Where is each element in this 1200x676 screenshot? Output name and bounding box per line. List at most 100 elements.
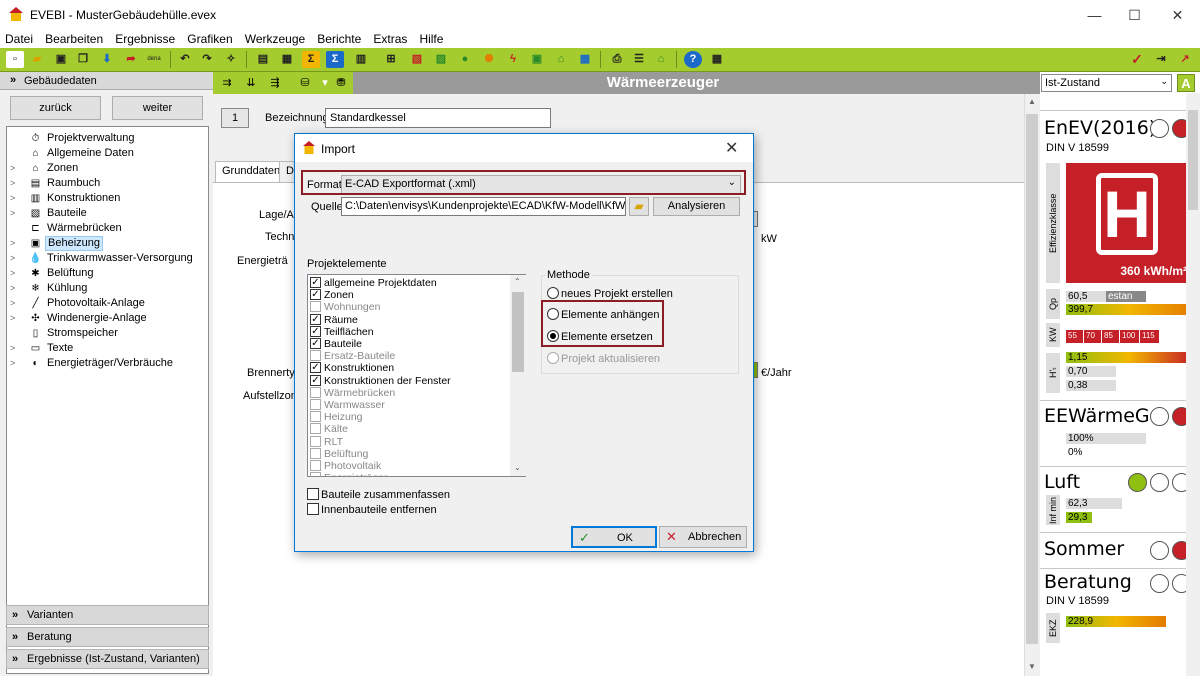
expand-arrow-icon[interactable]: > — [10, 161, 18, 176]
tree-item[interactable]: > ✱ Belüftung — [7, 266, 207, 281]
a-button[interactable]: A — [1177, 74, 1195, 92]
export-icon[interactable]: ➦ — [122, 51, 140, 68]
sum-icon[interactable]: Σ — [302, 51, 320, 68]
grid-icon[interactable]: ▥ — [352, 51, 370, 68]
report-a-icon[interactable]: ▧ — [408, 51, 426, 68]
record-number[interactable]: 1 — [221, 108, 249, 128]
tree-item[interactable]: > ▥ Konstruktionen — [7, 191, 207, 206]
minimize-button[interactable]: — — [1072, 0, 1117, 30]
back-button[interactable]: zurück — [10, 96, 101, 120]
bezeichnung-input[interactable]: Standardkessel — [325, 108, 551, 128]
tab-grunddaten[interactable]: Grunddaten — [215, 161, 288, 183]
tree-item[interactable]: ▯ Stromspeicher — [7, 326, 207, 341]
expand-arrow-icon[interactable]: > — [10, 191, 18, 206]
section-varianten[interactable]: » Varianten — [6, 605, 209, 625]
database-add-icon[interactable]: ⛃ — [333, 75, 349, 91]
right-scrollbar-thumb[interactable] — [1188, 110, 1198, 210]
section-ergebnisse[interactable]: » Ergebnisse (Ist-Zustand, Varianten) — [6, 649, 209, 669]
certificate-icon[interactable]: ▣ — [528, 51, 546, 68]
main-scrollbar-thumb[interactable] — [1026, 114, 1038, 644]
scroll-down-icon[interactable]: ⌄ — [514, 463, 521, 472]
expand-arrow-icon[interactable]: > — [10, 251, 18, 266]
expand-arrow-icon[interactable]: > — [10, 206, 18, 221]
check-icon[interactable]: ✓ — [1128, 51, 1146, 68]
maximize-button[interactable]: ☐ — [1112, 0, 1157, 30]
expand-arrow-icon[interactable]: > — [10, 266, 18, 281]
menu-ergebnisse[interactable]: Ergebnisse — [111, 30, 179, 48]
expand-arrow-icon[interactable]: > — [10, 296, 18, 311]
help-icon[interactable]: ? — [684, 51, 702, 68]
sum-blue-icon[interactable]: Σ — [326, 51, 344, 68]
tree-icon[interactable]: ⊞ — [382, 51, 400, 68]
scroll-up-icon[interactable]: ▲ — [1028, 97, 1036, 106]
chart-trend-icon[interactable]: ↗ — [1176, 51, 1194, 68]
cancel-button[interactable]: ✕ Abbrechen — [659, 526, 747, 548]
state-select[interactable]: Ist-Zustand ⌄ — [1041, 74, 1172, 92]
expand-arrow-icon[interactable]: > — [10, 176, 18, 191]
panel-header[interactable]: » Gebäudedaten — [0, 72, 213, 90]
tree-item[interactable]: > ▭ Texte — [7, 341, 207, 356]
tree-item[interactable]: ⌂ Allgemeine Daten — [7, 146, 207, 161]
close-button[interactable]: ✕ — [1155, 0, 1200, 30]
tree-item[interactable]: > ⌂ Zonen — [7, 161, 207, 176]
menu-bearbeiten[interactable]: Bearbeiten — [41, 30, 107, 48]
database-icon[interactable]: ⛁ — [297, 75, 313, 91]
arrange-alt-icon[interactable]: ⇶ — [267, 75, 283, 91]
house-euro-icon[interactable]: ⌂ — [552, 51, 570, 68]
folder-icon[interactable]: ▰ — [629, 197, 649, 216]
menu-datei[interactable]: Datei — [1, 30, 37, 48]
grid-view-icon[interactable]: ▦ — [708, 51, 726, 68]
scroll-up-icon[interactable]: ⌃ — [514, 277, 521, 286]
tree-item[interactable]: > ◐ Energieträger/Verbräuche — [7, 356, 207, 371]
save-icon[interactable]: ▣ — [52, 51, 70, 68]
globe-icon[interactable]: ● — [456, 51, 474, 68]
remove-inner-checkbox[interactable]: Innenbauteile entfernen — [307, 503, 437, 516]
undo-icon[interactable]: ↶ — [176, 51, 194, 68]
tree-item[interactable]: ⏱ Projektverwaltung — [7, 131, 207, 146]
new-file-icon[interactable]: ▫ — [6, 51, 24, 68]
dropdown-arrow-icon[interactable]: ▾ — [317, 75, 333, 91]
menu-grafiken[interactable]: Grafiken — [183, 30, 236, 48]
analyse-button[interactable]: Analysieren — [653, 197, 740, 216]
tree-item[interactable]: > ▤ Raumbuch — [7, 176, 207, 191]
tree-item[interactable]: > ❄ Kühlung — [7, 281, 207, 296]
menu-extras[interactable]: Extras — [369, 30, 411, 48]
menu-werkzeuge[interactable]: Werkzeuge — [241, 30, 309, 48]
copy-icon[interactable]: ❐ — [74, 51, 92, 68]
print-icon[interactable]: ⎙ — [608, 51, 626, 68]
arrange-icon[interactable]: ⇉ — [219, 75, 235, 91]
list-icon[interactable]: ☰ — [630, 51, 648, 68]
sun-icon[interactable]: ✺ — [480, 51, 498, 68]
menu-hilfe[interactable]: Hilfe — [415, 30, 447, 48]
document-icon[interactable]: ▤ — [254, 51, 272, 68]
tree-item[interactable]: > ✣ Windenergie-Anlage — [7, 311, 207, 326]
section-beratung[interactable]: » Beratung — [6, 627, 209, 647]
tree-item[interactable]: > 💧 Trinkwarmwasser-Versorgung — [7, 251, 207, 266]
chart-icon[interactable]: ▩ — [576, 51, 594, 68]
merge-checkbox[interactable]: Bauteile zusammenfassen — [307, 488, 450, 501]
open-folder-icon[interactable]: ▰ — [28, 51, 46, 68]
exit-icon[interactable]: ⇥ — [1152, 51, 1170, 68]
scroll-down-icon[interactable]: ▼ — [1028, 662, 1036, 671]
import-icon[interactable]: ⬇ — [98, 51, 116, 68]
expand-arrow-icon[interactable]: > — [10, 356, 18, 371]
forward-button[interactable]: weiter — [112, 96, 203, 120]
magic-wand-icon[interactable]: ✧ — [222, 51, 240, 68]
menu-berichte[interactable]: Berichte — [313, 30, 365, 48]
ok-button[interactable]: ✓ OK — [571, 526, 657, 548]
tree-item[interactable]: ⊏ Wärmebrücken — [7, 221, 207, 236]
method-radio[interactable]: neues Projekt erstellen — [547, 287, 673, 300]
elements-scrollbar-thumb[interactable] — [512, 292, 524, 372]
house-edit-icon[interactable]: ⌂ — [652, 51, 670, 68]
tree-item[interactable]: > ▧ Bauteile — [7, 206, 207, 221]
calculator-icon[interactable]: ▦ — [278, 51, 296, 68]
report-b-icon[interactable]: ▨ — [432, 51, 450, 68]
expand-arrow-icon[interactable]: > — [10, 311, 18, 326]
expand-arrow-icon[interactable]: > — [10, 236, 18, 251]
expand-arrow-icon[interactable]: > — [10, 281, 18, 296]
tree-item[interactable]: > ╱ Photovoltaik-Anlage — [7, 296, 207, 311]
expand-arrow-icon[interactable]: > — [10, 341, 18, 356]
lightning-icon[interactable]: ϟ — [504, 51, 522, 68]
dena-icon[interactable]: dena — [142, 51, 166, 68]
source-input[interactable]: C:\Daten\envisys\Kundenprojekte\ECAD\KfW… — [341, 197, 626, 216]
